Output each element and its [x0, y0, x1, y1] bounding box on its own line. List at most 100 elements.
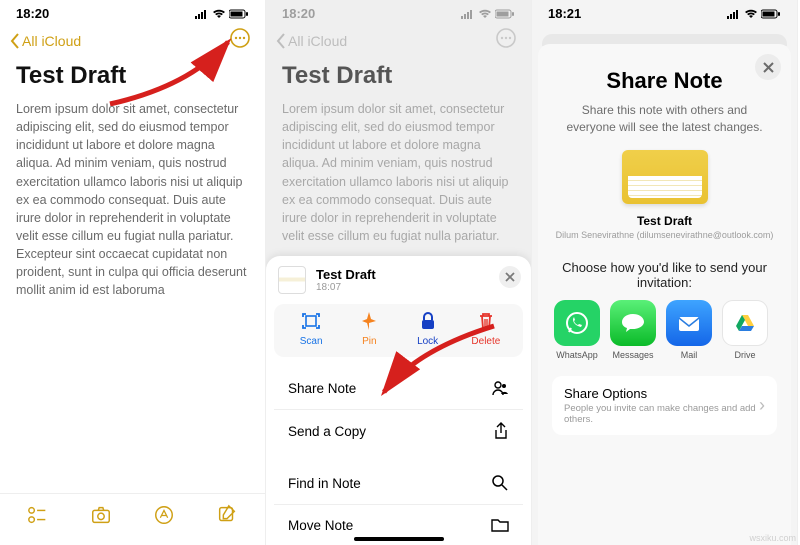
whatsapp-button[interactable]: WhatsApp	[554, 300, 600, 360]
preview-title: Test Draft	[552, 214, 777, 228]
watermark: wsxiku.com	[749, 533, 796, 543]
ellipsis-circle-icon	[229, 27, 251, 49]
share-note-label: Share Note	[288, 381, 356, 396]
wifi-icon	[744, 9, 758, 19]
mail-button[interactable]: Mail	[666, 300, 712, 360]
send-copy-row[interactable]: Send a Copy	[274, 409, 523, 452]
quick-actions: Scan Pin Lock Delete	[274, 304, 523, 357]
battery-icon	[761, 9, 781, 19]
close-button[interactable]	[499, 266, 521, 288]
back-button: All iCloud	[276, 33, 347, 49]
screen-2-share-sheet: 18:20 All iCloud Test Draft Lorem ipsum …	[266, 0, 532, 545]
status-icons	[461, 9, 515, 19]
screen-1-notes-detail: 18:20 All iCloud Test Draft Lorem ipsum …	[0, 0, 266, 545]
status-time: 18:21	[548, 6, 581, 21]
wifi-icon	[212, 9, 226, 19]
lock-icon	[417, 310, 439, 332]
home-indicator[interactable]	[354, 537, 444, 541]
signal-icon	[727, 9, 741, 19]
lock-button[interactable]: Lock	[403, 310, 453, 347]
sheet-subtitle: 18:07	[316, 282, 376, 293]
note-thumbnail-icon	[278, 266, 306, 294]
drive-label: Drive	[734, 350, 755, 360]
scan-label: Scan	[300, 336, 323, 347]
battery-icon	[229, 9, 249, 19]
more-button	[495, 27, 517, 54]
search-icon	[491, 474, 509, 492]
pin-label: Pin	[362, 336, 376, 347]
share-options-sub: People you invite can make changes and a…	[564, 403, 759, 425]
share-modal: Share Note Share this note with others a…	[538, 44, 791, 545]
scan-icon	[300, 310, 322, 332]
preview-owner: Dilum Senevirathne (dilumsenevirathne@ou…	[552, 230, 777, 240]
folder-icon	[491, 517, 509, 533]
share-subtitle: Share this note with others and everyone…	[558, 102, 771, 136]
app-row: WhatsApp Messages Mail Drive	[554, 300, 777, 360]
camera-button[interactable]	[90, 504, 112, 531]
lock-label: Lock	[417, 336, 438, 347]
close-button[interactable]	[755, 54, 781, 80]
compose-button[interactable]	[216, 504, 238, 531]
wifi-icon	[478, 9, 492, 19]
battery-icon	[495, 9, 515, 19]
signal-icon	[195, 9, 209, 19]
move-label: Move Note	[288, 518, 353, 533]
nav-bar: All iCloud	[266, 23, 531, 60]
status-bar: 18:20	[266, 0, 531, 23]
messages-label: Messages	[612, 350, 653, 360]
find-row[interactable]: Find in Note	[274, 462, 523, 504]
more-button[interactable]	[229, 27, 251, 54]
note-title: Test Draft	[0, 60, 265, 100]
whatsapp-icon	[554, 300, 600, 346]
back-button[interactable]: All iCloud	[10, 33, 81, 49]
scan-button[interactable]: Scan	[286, 310, 336, 347]
drive-button[interactable]: Drive	[722, 300, 768, 360]
toolbar	[0, 493, 265, 545]
messages-icon	[610, 300, 656, 346]
find-label: Find in Note	[288, 476, 361, 491]
back-label: All iCloud	[22, 33, 81, 49]
delete-button[interactable]: Delete	[461, 310, 511, 347]
status-time: 18:20	[16, 6, 49, 21]
note-body: Lorem ipsum dolor sit amet, consectetur …	[266, 100, 531, 245]
status-time: 18:20	[282, 6, 315, 21]
note-body[interactable]: Lorem ipsum dolor sit amet, consectetur …	[0, 100, 265, 299]
ellipsis-circle-icon	[495, 27, 517, 49]
nav-bar: All iCloud	[0, 23, 265, 60]
mail-icon	[666, 300, 712, 346]
share-title: Share Note	[552, 68, 777, 94]
share-options-row[interactable]: Share Options People you invite can make…	[552, 376, 777, 435]
chevron-left-icon	[276, 33, 286, 49]
pin-button[interactable]: Pin	[344, 310, 394, 347]
sheet-title: Test Draft	[316, 267, 376, 282]
sheet-header: Test Draft 18:07	[266, 256, 531, 304]
messages-button[interactable]: Messages	[610, 300, 656, 360]
status-bar: 18:21	[532, 0, 797, 23]
pin-icon	[358, 310, 380, 332]
note-title: Test Draft	[266, 60, 531, 100]
checklist-button[interactable]	[27, 504, 49, 531]
share-options-title: Share Options	[564, 386, 759, 401]
chevron-left-icon	[10, 33, 20, 49]
close-icon	[505, 272, 515, 282]
trash-icon	[475, 310, 497, 332]
status-icons	[195, 9, 249, 19]
chevron-right-icon: ›	[759, 395, 765, 416]
share-note-row[interactable]: Share Note	[274, 367, 523, 409]
share-icon	[493, 422, 509, 440]
send-copy-label: Send a Copy	[288, 424, 366, 439]
markup-button[interactable]	[153, 504, 175, 531]
status-icons	[727, 9, 781, 19]
back-label: All iCloud	[288, 33, 347, 49]
status-bar: 18:20	[0, 0, 265, 23]
whatsapp-label: WhatsApp	[556, 350, 598, 360]
signal-icon	[461, 9, 475, 19]
invite-label: Choose how you'd like to send your invit…	[556, 260, 773, 290]
drive-icon	[722, 300, 768, 346]
action-sheet: Test Draft 18:07 Scan Pin Lock Dele	[266, 256, 531, 545]
close-icon	[763, 62, 774, 73]
collaborate-icon	[491, 379, 509, 397]
mail-label: Mail	[681, 350, 698, 360]
note-preview-icon	[622, 150, 708, 204]
screen-3-share-note: 18:21 Share Note Share this note with ot…	[532, 0, 798, 545]
